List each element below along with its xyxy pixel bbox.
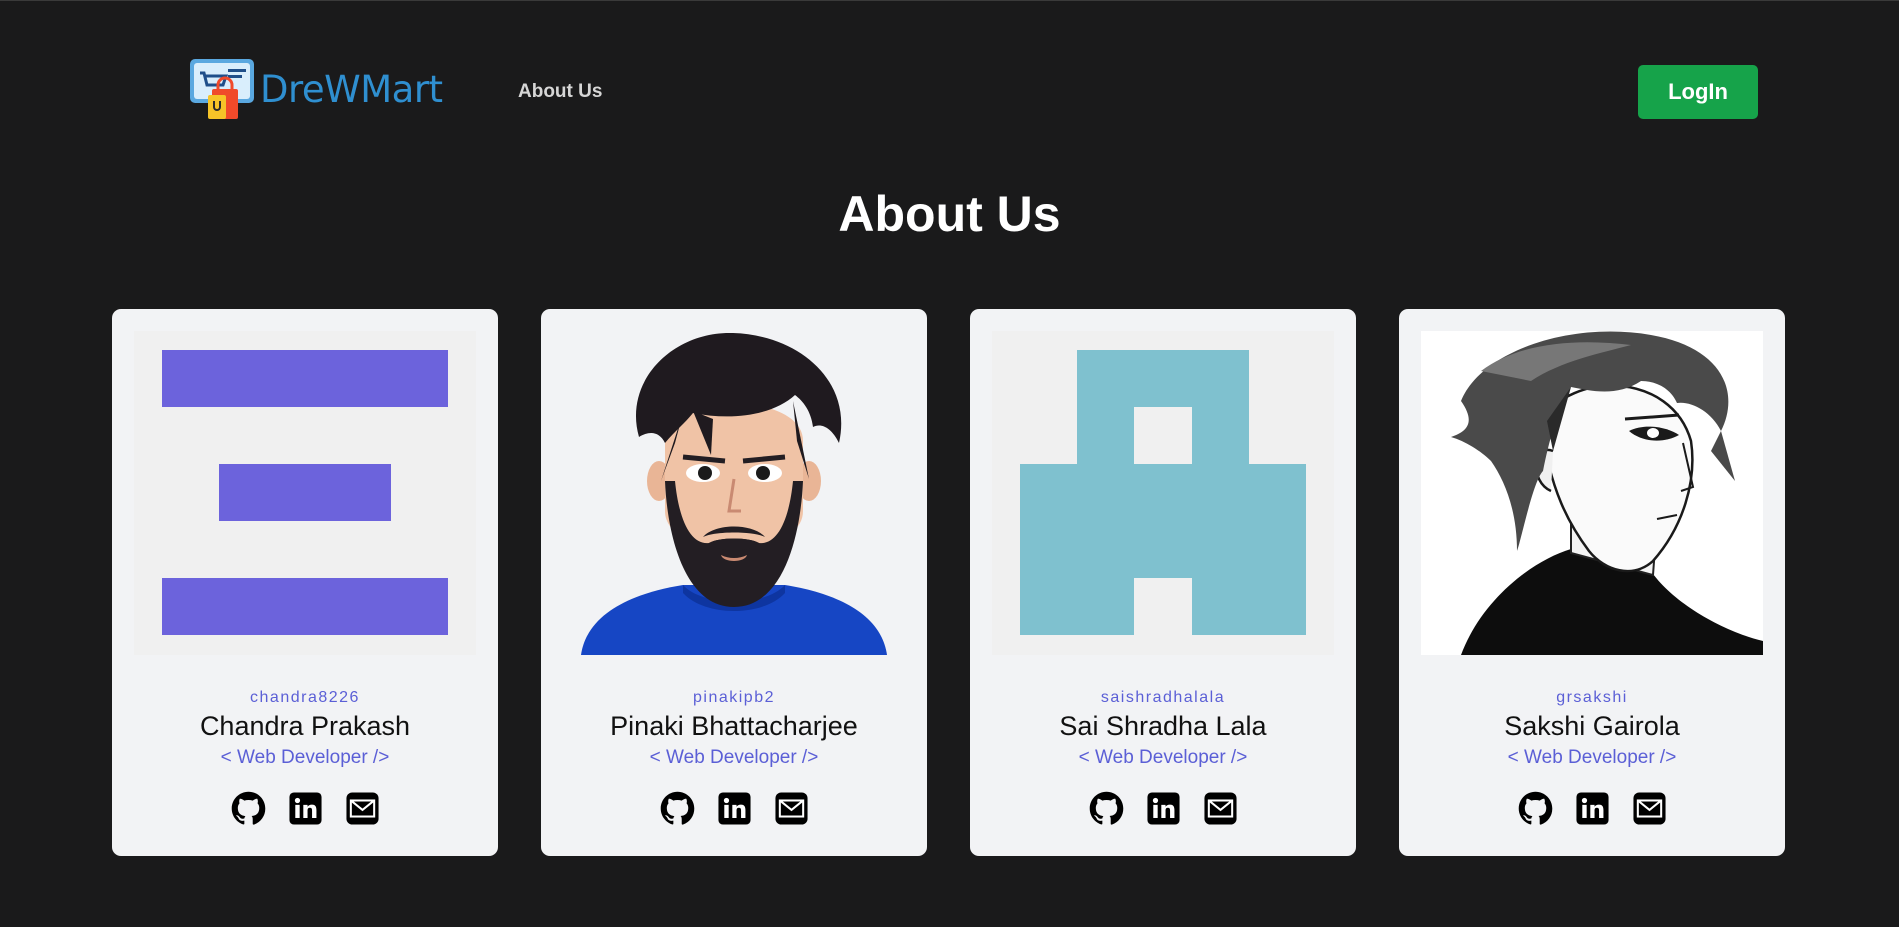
mail-icon[interactable] xyxy=(1632,791,1667,826)
identicon-teal-icon xyxy=(992,331,1334,655)
linkedin-icon[interactable] xyxy=(288,791,323,826)
page-title: About Us xyxy=(838,186,1061,242)
mail-icon[interactable] xyxy=(774,791,809,826)
identicon-purple-icon xyxy=(134,331,476,655)
brand-logo[interactable]: DreWMart xyxy=(188,55,443,123)
member-username: chandra8226 xyxy=(250,689,360,706)
avatar xyxy=(992,331,1334,655)
brand-name: DreWMart xyxy=(260,67,443,111)
nav-about-us-link[interactable]: About Us xyxy=(518,81,602,103)
member-name: Sakshi Gairola xyxy=(1504,711,1680,741)
github-icon[interactable] xyxy=(231,791,266,826)
mail-icon[interactable] xyxy=(1203,791,1238,826)
member-username: saishradhalala xyxy=(1100,689,1226,706)
social-links xyxy=(970,791,1356,826)
linkedin-icon[interactable] xyxy=(717,791,752,826)
page: DreWMart About Us LogIn About Us chandra… xyxy=(0,0,1899,927)
member-name: Chandra Prakash xyxy=(199,711,411,741)
linkedin-icon[interactable] xyxy=(1146,791,1181,826)
social-links xyxy=(112,791,498,826)
login-button[interactable]: LogIn xyxy=(1638,65,1758,119)
member-role: < Web Developer /> xyxy=(1078,747,1248,768)
team-card: saishradhalala Sai Shradha Lala < Web De… xyxy=(970,309,1356,856)
shopping-cart-logo-icon xyxy=(188,55,256,123)
team-cards: chandra8226 Chandra Prakash < Web Develo… xyxy=(112,309,1785,856)
social-links xyxy=(1399,791,1785,826)
github-icon[interactable] xyxy=(1518,791,1553,826)
team-card: pinakipb2 Pinaki Bhattacharjee < Web Dev… xyxy=(541,309,927,856)
github-icon[interactable] xyxy=(660,791,695,826)
social-links xyxy=(541,791,927,826)
manga-sketch-man-icon xyxy=(1421,331,1763,655)
avatar xyxy=(563,331,905,655)
avatar xyxy=(1421,331,1763,655)
linkedin-icon[interactable] xyxy=(1575,791,1610,826)
team-card: grsakshi Sakshi Gairola < Web Developer … xyxy=(1399,309,1785,856)
member-name: Sai Shradha Lala xyxy=(1059,711,1267,741)
member-username: pinakipb2 xyxy=(693,689,775,706)
avatar xyxy=(134,331,476,655)
member-role: < Web Developer /> xyxy=(1507,747,1677,768)
member-role: < Web Developer /> xyxy=(220,747,390,768)
github-icon[interactable] xyxy=(1089,791,1124,826)
team-card: chandra8226 Chandra Prakash < Web Develo… xyxy=(112,309,498,856)
member-username: grsakshi xyxy=(1556,689,1628,706)
member-name: Pinaki Bhattacharjee xyxy=(610,711,858,741)
mail-icon[interactable] xyxy=(345,791,380,826)
member-role: < Web Developer /> xyxy=(649,747,819,768)
cartoon-bearded-man-icon xyxy=(563,331,905,655)
